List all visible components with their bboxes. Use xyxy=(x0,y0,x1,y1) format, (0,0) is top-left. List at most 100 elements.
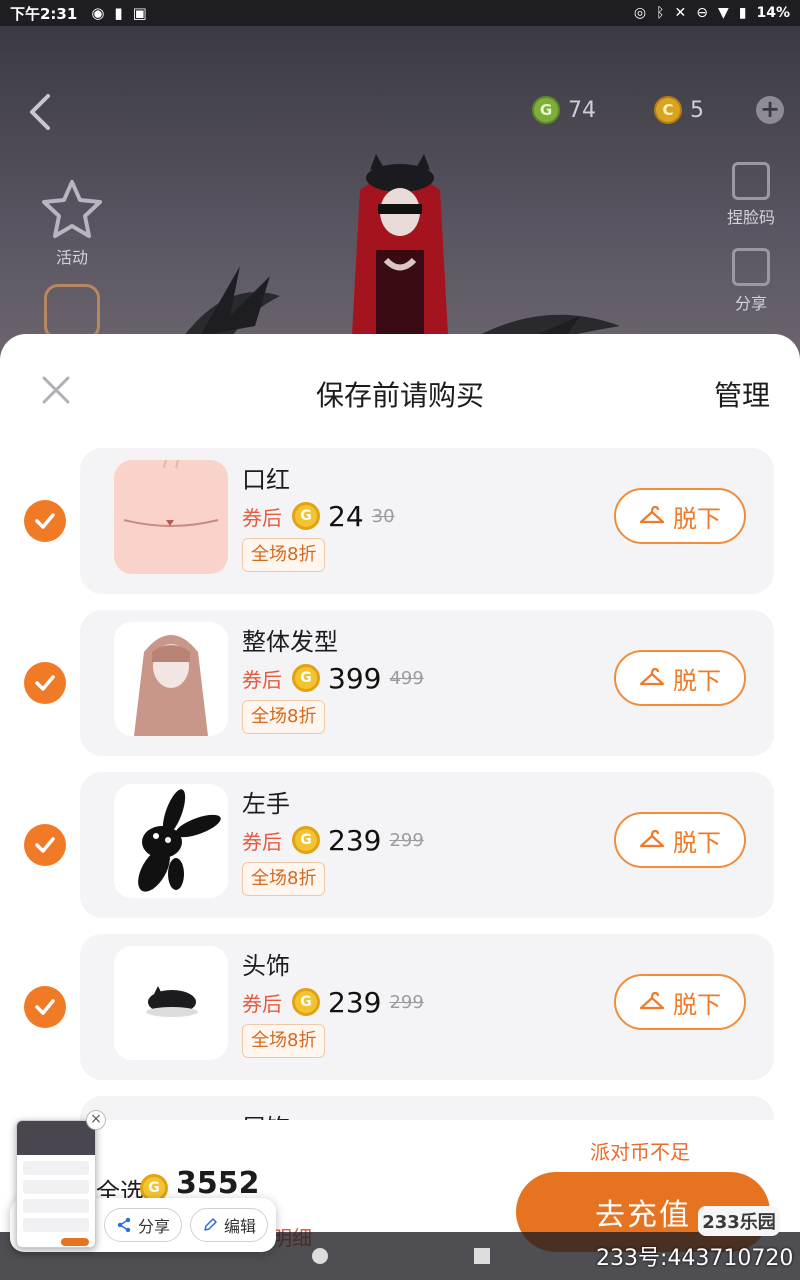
discount-badge: 全场8折 xyxy=(242,538,326,572)
item-price-line: 券后 G 399 499 xyxy=(242,660,424,696)
edit-label: 编辑 xyxy=(223,1217,256,1236)
take-off-button[interactable]: 脱下 xyxy=(614,812,746,868)
activity-button[interactable]: 活动 xyxy=(36,176,108,268)
item-original-price: 499 xyxy=(389,667,424,689)
check-icon xyxy=(35,675,55,691)
take-off-label: 脱下 xyxy=(673,666,721,695)
avatar-scene: G 74 C 5 + 活动 捏脸码 分享 xyxy=(0,26,800,366)
take-off-button[interactable]: 脱下 xyxy=(614,488,746,544)
face-code-label: 捏脸码 xyxy=(726,208,775,227)
insufficient-notice: 派对币不足 xyxy=(590,1140,690,1164)
lipstick-thumbnail xyxy=(123,460,219,527)
list-item: 整体发型 券后 G 399 499 全场8折 脱下 xyxy=(0,610,800,760)
item-thumbnail xyxy=(114,460,228,574)
battery-icon: ▮ xyxy=(738,5,747,21)
edit-square-icon xyxy=(732,162,770,200)
status-time: 下午2:31 xyxy=(10,4,78,23)
hanger-icon xyxy=(639,991,665,1010)
item-price: 399 xyxy=(328,661,382,695)
list-item: 头饰 券后 G 239 299 全场8折 脱下 xyxy=(0,934,800,1084)
activity-label: 活动 xyxy=(55,248,88,267)
item-price: 239 xyxy=(328,823,382,857)
item-price-line: 券后 G 239 299 xyxy=(242,822,424,858)
item-original-price: 30 xyxy=(371,505,395,527)
item-checkbox[interactable] xyxy=(24,662,66,704)
gold-coin-icon: C xyxy=(654,96,682,124)
hanger-icon xyxy=(639,505,665,524)
item-card[interactable]: 左手 券后 G 239 299 全场8折 脱下 xyxy=(80,772,774,918)
hairstyle-thumbnail xyxy=(134,635,208,736)
discount-badge: 全场8折 xyxy=(242,700,326,734)
item-thumbnail xyxy=(114,784,228,898)
recents-icon[interactable] xyxy=(474,1248,490,1264)
star-icon xyxy=(42,180,102,238)
coin-icon: G xyxy=(292,988,320,1016)
take-off-button[interactable]: 脱下 xyxy=(614,974,746,1030)
pencil-icon xyxy=(204,1218,217,1231)
check-icon xyxy=(35,513,55,529)
bag-icon: ▣ xyxy=(132,4,147,22)
beret-thumbnail xyxy=(146,986,198,1017)
share-scene-button[interactable]: 分享 xyxy=(720,248,782,314)
alert-icon: ▮ xyxy=(114,4,123,22)
green-coin-icon: G xyxy=(532,96,560,124)
home-icon[interactable] xyxy=(312,1248,328,1264)
item-checkbox[interactable] xyxy=(24,500,66,542)
take-off-button[interactable]: 脱下 xyxy=(614,650,746,706)
list-item: 口红 券后 G 24 30 全场8折 脱下 xyxy=(0,448,800,598)
dnd-icon: ⊖ xyxy=(696,5,708,21)
coin-icon: G xyxy=(292,502,320,530)
share-square-icon xyxy=(732,248,770,286)
share-icon xyxy=(117,1217,131,1233)
item-card[interactable]: 头饰 券后 G 239 299 全场8折 脱下 xyxy=(80,934,774,1080)
dismiss-screenshot-icon[interactable]: × xyxy=(86,1110,106,1130)
back-arrow-icon[interactable] xyxy=(26,92,54,132)
item-price-line: 券后 G 239 299 xyxy=(242,984,424,1020)
item-thumbnail xyxy=(114,622,228,736)
manage-button[interactable]: 管理 xyxy=(714,374,770,414)
take-off-label: 脱下 xyxy=(673,504,721,533)
check-icon xyxy=(35,837,55,853)
item-price: 24 xyxy=(328,499,364,533)
after-coupon-label: 券后 xyxy=(242,991,282,1016)
item-thumbnail xyxy=(114,946,228,1060)
green-currency: G 74 xyxy=(532,92,596,128)
hanger-icon xyxy=(639,829,665,848)
item-name: 口红 xyxy=(242,466,290,494)
location-icon: ◎ xyxy=(633,5,647,21)
share-scene-label: 分享 xyxy=(734,294,767,313)
screenshot-thumbnail[interactable] xyxy=(16,1120,96,1248)
add-currency-button[interactable]: + xyxy=(756,96,784,124)
item-name: 左手 xyxy=(242,790,290,818)
item-card[interactable]: 整体发型 券后 G 399 499 全场8折 脱下 xyxy=(80,610,774,756)
share-button[interactable]: 分享 xyxy=(104,1208,182,1242)
gold-currency-value: 5 xyxy=(690,97,704,123)
take-off-label: 脱下 xyxy=(673,990,721,1019)
item-name: 整体发型 xyxy=(242,628,338,656)
item-card[interactable]: 口红 券后 G 24 30 全场8折 脱下 xyxy=(80,448,774,594)
item-name: 头饰 xyxy=(242,952,290,980)
gold-currency: C 5 xyxy=(654,92,704,128)
gift-icon xyxy=(44,284,100,340)
after-coupon-label: 券后 xyxy=(242,505,282,530)
green-currency-value: 74 xyxy=(568,97,596,123)
face-code-button[interactable]: 捏脸码 xyxy=(720,162,782,228)
wifi-icon: ▼ xyxy=(717,5,729,21)
watermark-id: 233号:443710720 xyxy=(596,1246,794,1271)
item-original-price: 299 xyxy=(389,829,424,851)
after-coupon-label: 券后 xyxy=(242,829,282,854)
total-price: 3552 xyxy=(176,1166,260,1201)
item-checkbox[interactable] xyxy=(24,824,66,866)
take-off-label: 脱下 xyxy=(673,828,721,857)
watermark-logo: 233乐园 xyxy=(698,1206,780,1236)
item-original-price: 299 xyxy=(389,991,424,1013)
battery-level: 14% xyxy=(756,5,790,21)
item-checkbox[interactable] xyxy=(24,986,66,1028)
item-price: 239 xyxy=(328,985,382,1019)
mute-icon: ✕ xyxy=(674,5,687,21)
coin-icon: G xyxy=(292,664,320,692)
status-bar: 下午2:31 ◉ ▮ ▣ ◎ ᛒ ✕ ⊖ ▼ ▮ 14% xyxy=(0,0,800,26)
item-price-line: 券后 G 24 30 xyxy=(242,498,395,534)
edit-button[interactable]: 编辑 xyxy=(190,1208,268,1242)
target-icon: ◉ xyxy=(91,4,105,22)
